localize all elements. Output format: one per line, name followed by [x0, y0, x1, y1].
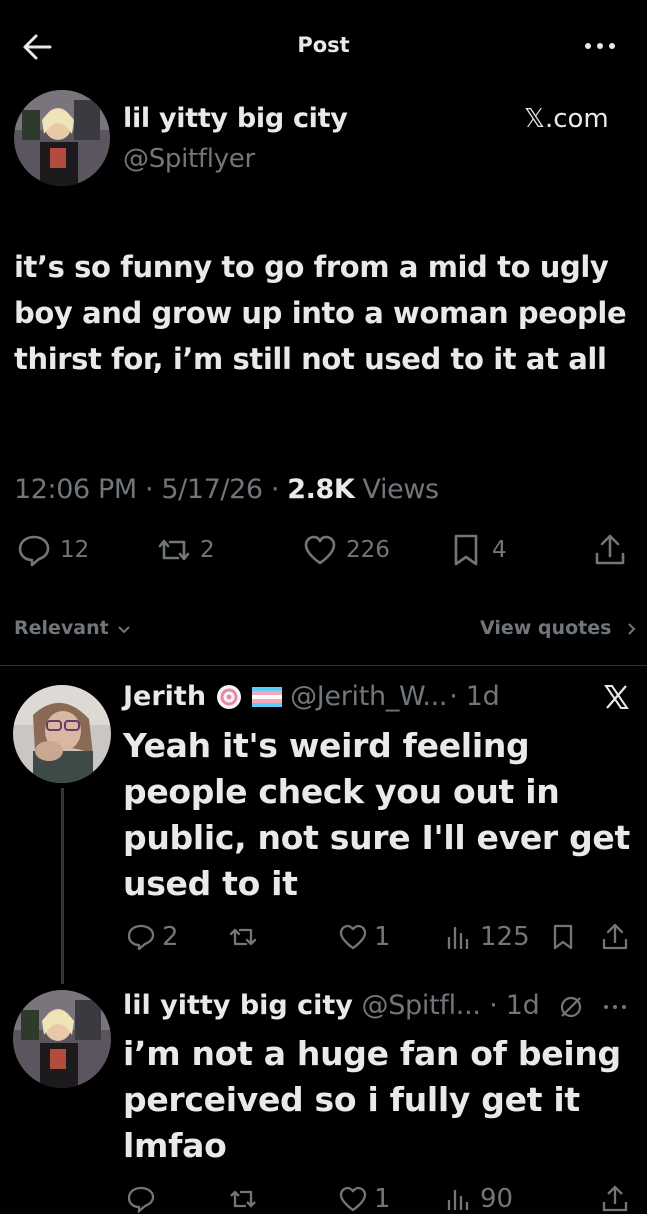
post-meta: 12:06 PM · 5/17/26 · 2.8K Views: [14, 474, 439, 505]
repost-icon: [229, 928, 257, 946]
avatar[interactable]: [13, 990, 111, 1088]
reply-author-handle[interactable]: @Spitfl...: [362, 990, 481, 1021]
reply-icon: [18, 535, 50, 567]
like-count: 1: [374, 922, 391, 952]
reply-count: 12: [60, 537, 90, 563]
share-icon: [595, 534, 625, 565]
reply-author-name[interactable]: lil yitty big city: [123, 990, 353, 1021]
views-label: Views: [362, 474, 440, 505]
repost-icon: [158, 539, 190, 561]
share-button[interactable]: [592, 532, 628, 568]
trans-flag-icon: [252, 686, 283, 707]
view-quotes-label: View quotes: [480, 617, 612, 639]
like-button[interactable]: 226: [302, 532, 390, 568]
like-count: 1: [374, 1184, 391, 1214]
reply-button[interactable]: 12: [16, 532, 89, 568]
repost-button[interactable]: [228, 1184, 258, 1214]
heart-icon: [339, 1186, 367, 1212]
bookmark-icon: [553, 924, 573, 950]
avatar[interactable]: [13, 685, 111, 783]
emoji-badge-icon: [216, 684, 242, 710]
sort-dropdown[interactable]: Relevant: [14, 617, 131, 639]
reply-age: · 1d: [449, 681, 500, 712]
reply-button[interactable]: [126, 1184, 156, 1214]
reply-icon: [127, 924, 155, 951]
like-count: 226: [346, 537, 390, 563]
share-button[interactable]: [600, 922, 630, 952]
action-bar: 12 2 226 4: [0, 532, 647, 576]
meta-separator: ·: [144, 474, 162, 505]
page-title: Post: [297, 33, 350, 57]
repost-count: 2: [200, 537, 215, 563]
more-options-icon[interactable]: [580, 34, 620, 58]
divider: [0, 665, 647, 666]
sort-label: Relevant: [14, 617, 109, 639]
post-time: 12:06 PM: [14, 474, 137, 505]
views-count: 125: [480, 922, 530, 952]
reply-button[interactable]: 2: [126, 922, 179, 952]
views-button[interactable]: 125: [444, 922, 530, 952]
repost-icon: [230, 1190, 256, 1208]
reply-count: 2: [162, 922, 179, 952]
hidden-reply-icon: [558, 994, 584, 1020]
repost-button[interactable]: [228, 922, 258, 952]
heart-icon: [339, 924, 367, 950]
share-icon: [602, 1185, 628, 1212]
post-text: it’s so funny to go from a mid to ugly b…: [14, 250, 627, 376]
bookmark-button[interactable]: [548, 922, 578, 952]
chevron-down-icon: [117, 622, 131, 636]
like-button[interactable]: 1: [338, 922, 391, 952]
reply-author-name[interactable]: Jerith: [123, 681, 206, 712]
repost-button[interactable]: 2: [156, 532, 215, 568]
view-quotes-link[interactable]: View quotes: [480, 617, 638, 639]
x-logo-icon[interactable]: [602, 683, 630, 711]
more-options-icon[interactable]: [603, 1002, 627, 1012]
display-name[interactable]: lil yitty big city: [123, 103, 348, 134]
reply-text: i’m not a huge fan of being perceived so…: [123, 1034, 621, 1165]
bookmark-icon: [454, 534, 478, 566]
views-button[interactable]: 90: [444, 1184, 513, 1214]
analytics-icon: [447, 1190, 469, 1210]
views-count[interactable]: 2.8K: [287, 474, 355, 505]
share-button[interactable]: [600, 1184, 630, 1214]
user-handle[interactable]: @Spitflyer: [123, 144, 255, 174]
reply-text: Yeah it's weird feeling people check you…: [123, 726, 630, 903]
thread-line: [61, 788, 64, 984]
heart-icon: [304, 535, 336, 565]
share-icon: [602, 923, 628, 950]
like-button[interactable]: 1: [338, 1184, 391, 1214]
reply-header: lil yitty big city @Spitfl... · 1d: [123, 990, 627, 1021]
reply-author-handle[interactable]: @Jerith_W...: [290, 681, 447, 712]
meta-separator: ·: [270, 474, 288, 505]
bookmark-button[interactable]: 4: [448, 532, 507, 568]
post-date: 5/17/26: [161, 474, 263, 505]
reply-age: · 1d: [489, 990, 540, 1021]
reply-icon: [127, 1186, 155, 1214]
bookmark-count: 4: [492, 537, 507, 563]
chevron-right-icon: [624, 622, 638, 636]
views-count: 90: [480, 1184, 514, 1214]
analytics-icon: [447, 926, 469, 950]
reply-header: Jerith @Jerith_W... · 1d: [123, 681, 500, 712]
source-label[interactable]: 𝕏.com: [524, 104, 609, 134]
avatar[interactable]: [14, 90, 110, 186]
